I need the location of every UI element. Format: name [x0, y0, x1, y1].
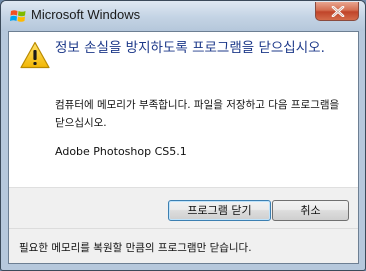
close-program-button[interactable]: 프로그램 닫기	[168, 200, 271, 221]
close-button[interactable]	[315, 2, 359, 21]
warning-icon	[20, 41, 50, 69]
dialog-body: 정보 손실을 방지하도록 프로그램을 닫으십시오. 컴퓨터에 메모리가 부족합니…	[8, 31, 359, 264]
window-title: Microsoft Windows	[31, 7, 141, 22]
content-text: 컴퓨터에 메모리가 부족합니다. 파일을 저장하고 다음 프로그램을 닫으십시오…	[55, 99, 340, 129]
close-icon	[331, 6, 345, 17]
program-name: Adobe Photoshop CS5.1	[55, 145, 187, 158]
main-instruction: 정보 손실을 방지하도록 프로그램을 닫으십시오.	[55, 40, 325, 56]
windows-flag-icon	[10, 9, 26, 23]
cancel-button[interactable]: 취소	[272, 200, 349, 221]
title-bar[interactable]: Microsoft Windows	[1, 1, 365, 31]
button-area: 프로그램 닫기 취소	[9, 187, 358, 228]
footer: 필요한 메모리를 복원할 만큼의 프로그램만 닫습니다.	[9, 228, 358, 263]
dialog-window: Microsoft Windows 정보 손실을 방지하도록 프로그램을 닫으십…	[0, 0, 366, 271]
footer-text: 필요한 메모리를 복원할 만큼의 프로그램만 닫습니다.	[19, 242, 252, 254]
